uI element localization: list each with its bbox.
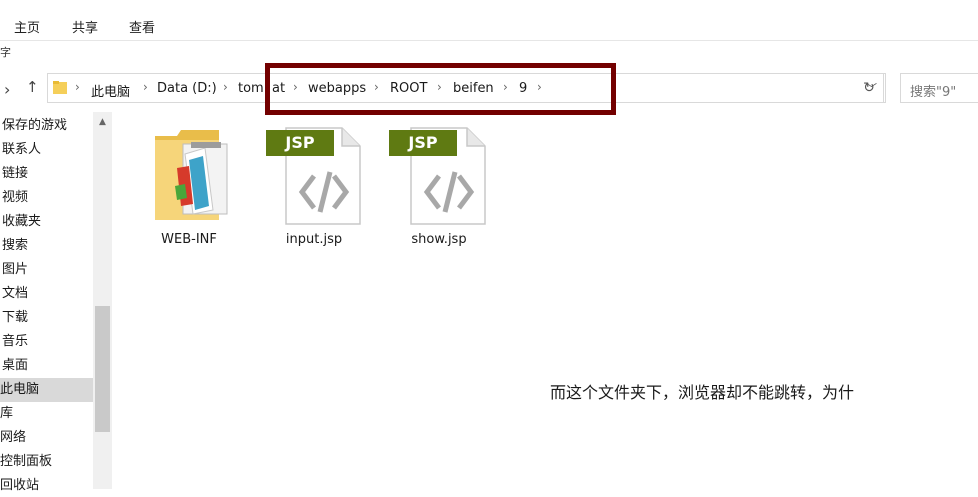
scroll-up-icon[interactable]: ▲ (93, 114, 112, 130)
file-item-web-inf[interactable]: WEB-INF (141, 126, 237, 256)
back-icon[interactable]: › (4, 80, 10, 99)
sidebar-item-desktop[interactable]: 桌面 (0, 355, 93, 377)
ribbon: 主页 共享 查看 (0, 0, 978, 41)
tab-home[interactable]: 主页 (14, 17, 40, 36)
refresh-button[interactable]: ↻ (853, 73, 886, 103)
folder-icon (155, 130, 228, 220)
sidebar-item-pictures[interactable]: 图片 (0, 259, 93, 281)
scrollbar-thumb[interactable] (95, 306, 110, 432)
jsp-badge-icon: JSP (389, 130, 457, 156)
ribbon-cut-text: 字 (0, 46, 11, 59)
chevron-right-icon[interactable]: › (75, 80, 80, 94)
sidebar-item-network[interactable]: 网络 (0, 427, 93, 449)
up-arrow-icon[interactable]: ↑ (26, 78, 39, 96)
annotation-box (265, 63, 616, 115)
crumb-tomcat-start[interactable]: tom (238, 81, 264, 96)
sidebar-item-downloads[interactable]: 下载 (0, 307, 93, 329)
chevron-right-icon[interactable]: › (143, 80, 148, 94)
sidebar-item-control-panel[interactable]: 控制面板 (0, 451, 93, 473)
sidebar-item-libraries[interactable]: 库 (0, 403, 93, 425)
sidebar-item-this-pc[interactable]: 此电脑 (0, 378, 93, 402)
sidebar-item-contacts[interactable]: 联系人 (0, 139, 93, 161)
sidebar-item-favorites[interactable]: 收藏夹 (0, 211, 93, 233)
search-input[interactable]: 搜索"9" (900, 73, 978, 103)
sidebar-item-documents[interactable]: 文档 (0, 283, 93, 305)
refresh-icon: ↻ (863, 80, 875, 96)
file-name: show.jsp (411, 232, 467, 247)
file-name: WEB-INF (161, 232, 217, 247)
sidebar-item-saved-games[interactable]: 保存的游戏 (0, 115, 93, 137)
folder-icon (53, 81, 67, 94)
file-item-show-jsp[interactable]: JSP show.jsp (389, 126, 487, 256)
sidebar-item-searches[interactable]: 搜索 (0, 235, 93, 257)
file-name: input.jsp (285, 232, 343, 247)
sidebar-scrollbar[interactable]: ▲ (93, 112, 112, 489)
crumb-this-pc[interactable]: 此电脑 (91, 81, 130, 100)
jsp-badge-icon: JSP (266, 130, 334, 156)
tab-share[interactable]: 共享 (72, 17, 98, 36)
chevron-right-icon[interactable]: › (223, 80, 228, 94)
sidebar-item-videos[interactable]: 视频 (0, 187, 93, 209)
crumb-data-drive[interactable]: Data (D:) (157, 81, 217, 96)
tab-view[interactable]: 查看 (129, 17, 155, 36)
file-item-input-jsp[interactable]: JSP input.jsp (266, 126, 362, 256)
sidebar-item-links[interactable]: 链接 (0, 163, 93, 185)
navigation-pane: 保存的游戏 联系人 链接 视频 收藏夹 搜索 图片 文档 下载 音乐 桌面 此电… (0, 112, 112, 493)
sidebar-item-recycle-bin[interactable]: 回收站 (0, 475, 93, 497)
sidebar-item-music[interactable]: 音乐 (0, 331, 93, 353)
annotation-note: 而这个文件夹下，浏览器却不能跳转，为什 (550, 383, 855, 402)
